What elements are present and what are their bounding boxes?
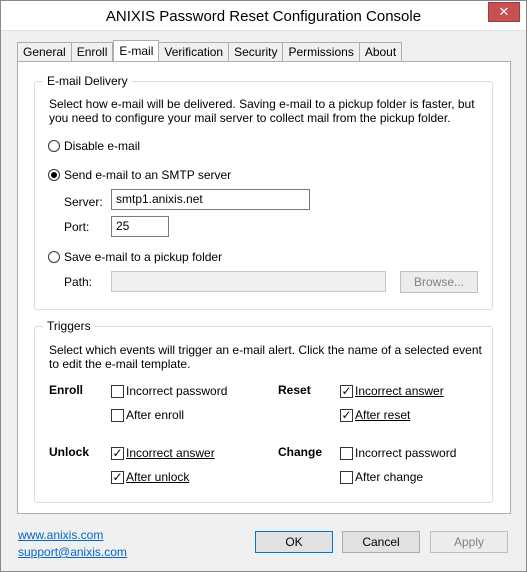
unlock-incorrect-answer-link[interactable]: Incorrect answer [126, 446, 215, 460]
pickup-folder-label[interactable]: Save e-mail to a pickup folder [64, 250, 222, 264]
server-label: Server: [64, 195, 103, 209]
smtp-server-label[interactable]: Send e-mail to an SMTP server [64, 168, 231, 182]
tab-strip: General Enroll E-mail Verification Secur… [17, 40, 403, 61]
after-enroll-label[interactable]: After enroll [126, 408, 184, 422]
email-delivery-group: E-mail Delivery Select how e-mail will b… [34, 74, 493, 310]
title-bar[interactable]: ANIXIS Password Reset Configuration Cons… [1, 1, 526, 31]
tab-email[interactable]: E-mail [113, 40, 160, 61]
change-incorrect-password-checkbox[interactable] [340, 447, 353, 460]
after-enroll-checkbox[interactable] [111, 409, 124, 422]
tab-enroll[interactable]: Enroll [71, 42, 114, 61]
reset-incorrect-answer-link[interactable]: Incorrect answer [355, 384, 444, 398]
tab-permissions[interactable]: Permissions [283, 42, 360, 61]
pickup-folder-radio[interactable] [48, 251, 60, 263]
path-input[interactable] [111, 271, 386, 292]
tab-verification[interactable]: Verification [159, 42, 230, 61]
tab-about[interactable]: About [359, 42, 403, 61]
config-window: ANIXIS Password Reset Configuration Cons… [0, 0, 527, 572]
after-reset-checkbox[interactable]: ✓ [340, 409, 353, 422]
reset-incorrect-answer-checkbox[interactable]: ✓ [340, 385, 353, 398]
close-icon: ✕ [498, 4, 510, 19]
after-change-checkbox[interactable] [340, 471, 353, 484]
email-delivery-title: E-mail Delivery [43, 74, 132, 88]
website-link[interactable]: www.anixis.com [18, 528, 103, 542]
browse-button[interactable]: Browse... [400, 271, 478, 293]
triggers-title: Triggers [43, 319, 95, 333]
cancel-button[interactable]: Cancel [342, 531, 420, 553]
change-group-label: Change [278, 445, 323, 459]
enroll-group-label: Enroll [49, 383, 84, 397]
server-input[interactable]: smtp1.anixis.net [111, 189, 310, 210]
apply-button[interactable]: Apply [430, 531, 508, 553]
after-reset-link[interactable]: After reset [355, 408, 410, 422]
window-title: ANIXIS Password Reset Configuration Cons… [105, 8, 422, 25]
support-email-link[interactable]: support@anixis.com [18, 545, 127, 559]
email-tab-panel: E-mail Delivery Select how e-mail will b… [17, 61, 511, 514]
disable-email-radio[interactable] [48, 140, 60, 152]
enroll-incorrect-password-checkbox[interactable] [111, 385, 124, 398]
unlock-group-label: Unlock [49, 445, 90, 459]
tab-general[interactable]: General [17, 42, 72, 61]
after-change-label[interactable]: After change [355, 470, 423, 484]
triggers-group: Triggers Select which events will trigge… [34, 319, 493, 503]
unlock-incorrect-answer-checkbox[interactable]: ✓ [111, 447, 124, 460]
port-label: Port: [64, 220, 90, 234]
after-unlock-checkbox[interactable]: ✓ [111, 471, 124, 484]
after-unlock-link[interactable]: After unlock [126, 470, 189, 484]
triggers-description: Select which events will trigger an e-ma… [49, 343, 482, 371]
port-input[interactable]: 25 [111, 216, 169, 237]
delivery-description: Select how e-mail will be delivered. Sav… [49, 97, 475, 125]
enroll-incorrect-password-label[interactable]: Incorrect password [126, 384, 227, 398]
close-button[interactable]: ✕ [488, 2, 520, 22]
change-incorrect-password-label[interactable]: Incorrect password [355, 446, 456, 460]
path-label: Path: [64, 275, 93, 289]
ok-button[interactable]: OK [255, 531, 333, 553]
smtp-server-radio[interactable] [48, 169, 60, 181]
disable-email-label[interactable]: Disable e-mail [64, 139, 140, 153]
reset-group-label: Reset [278, 383, 311, 397]
tab-security[interactable]: Security [229, 42, 284, 61]
